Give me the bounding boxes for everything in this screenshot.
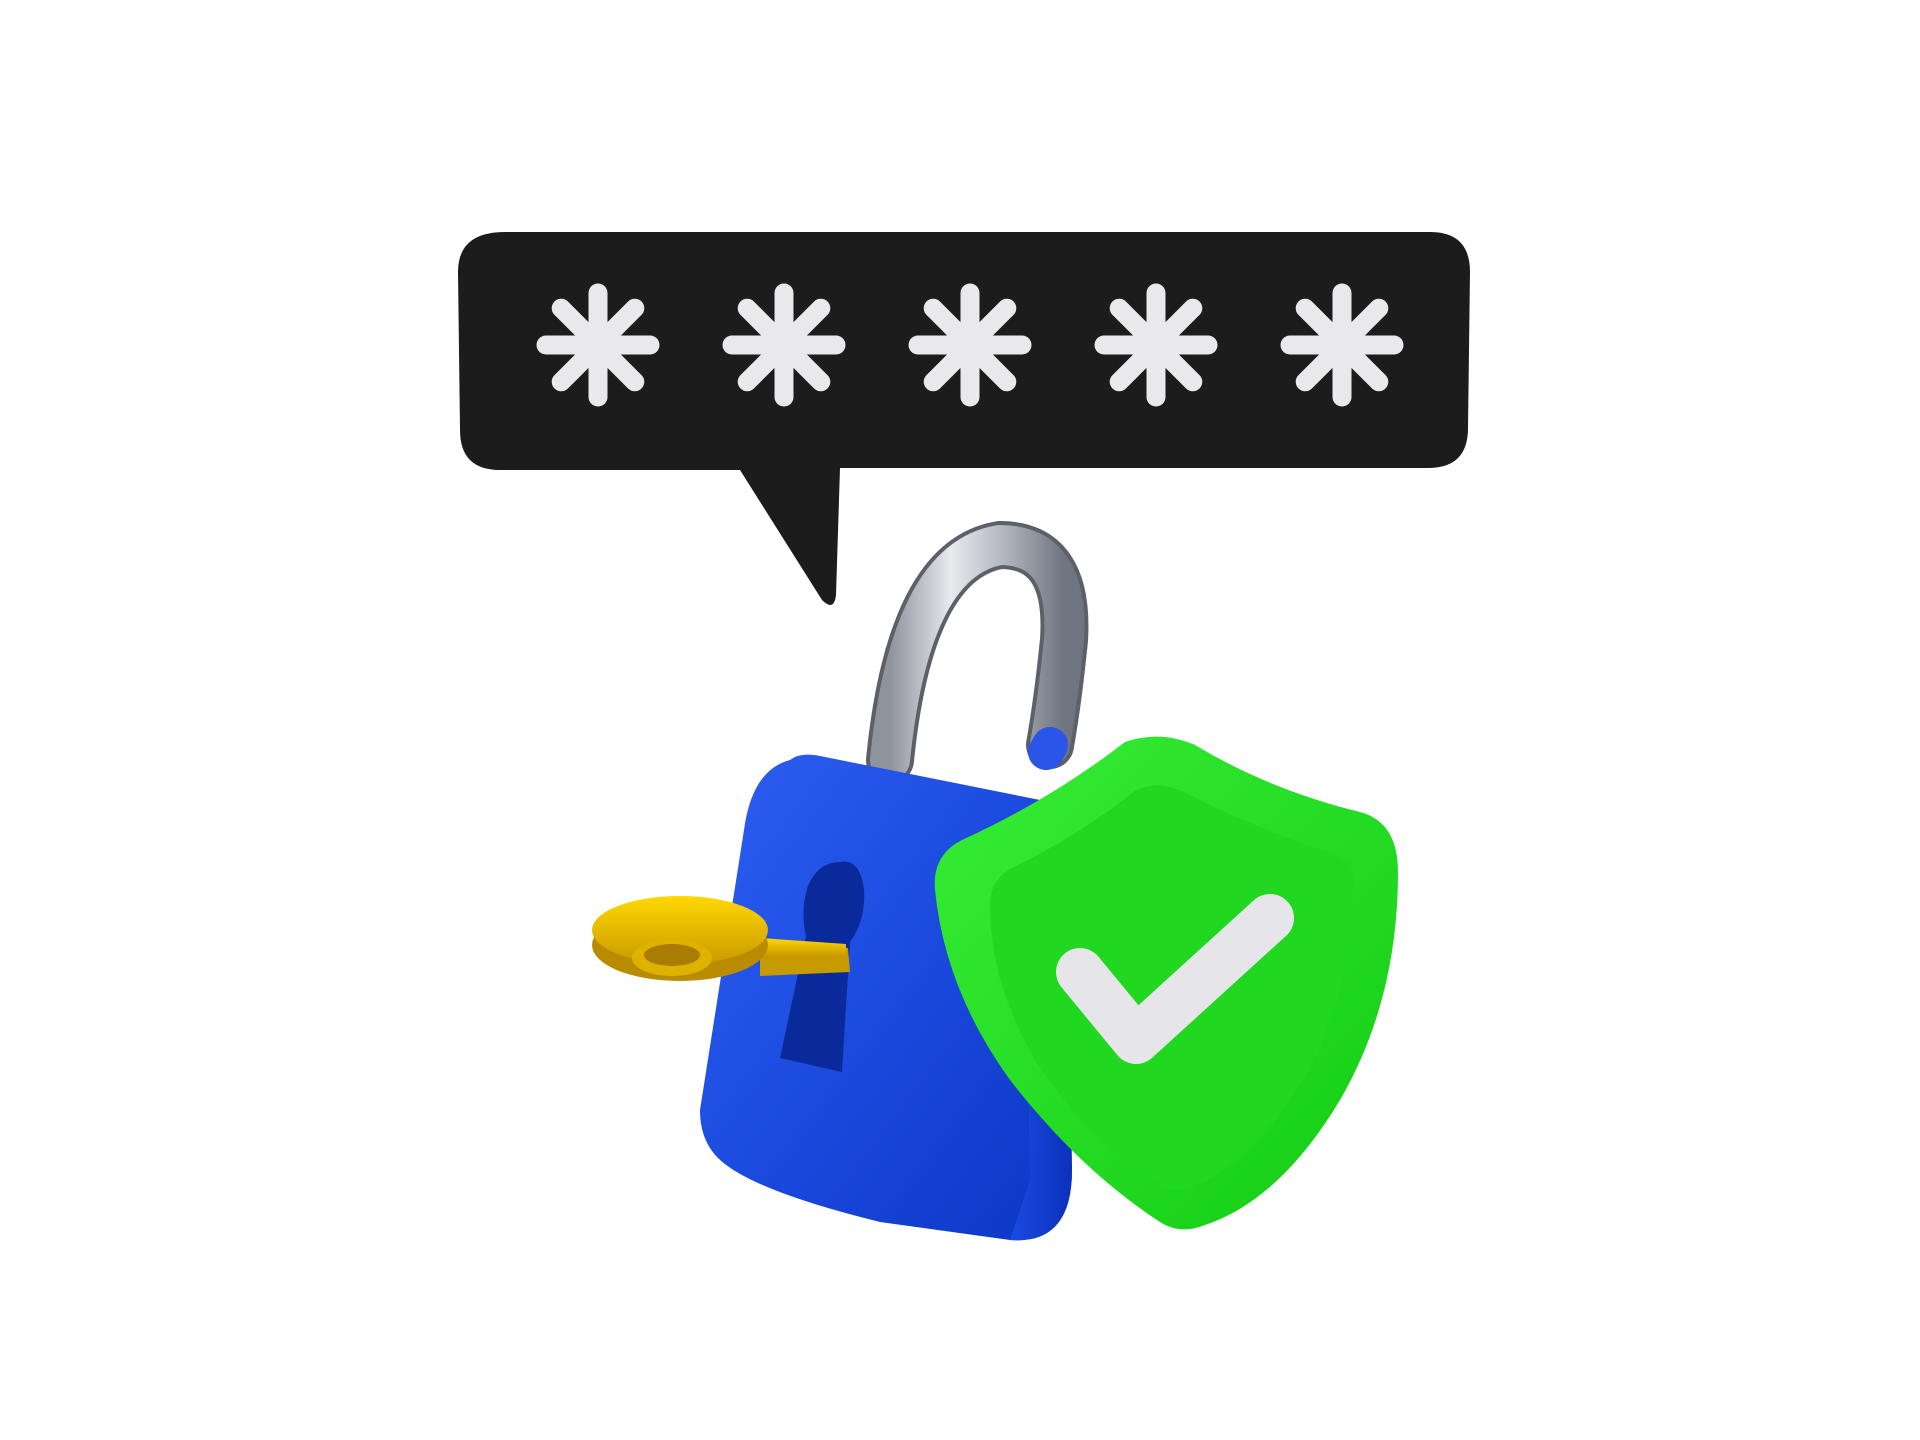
password-security-illustration (458, 232, 1470, 1241)
illustration-canvas (0, 0, 1920, 1440)
asterisk-glyph (1280, 283, 1404, 407)
asterisk-glyph (722, 283, 846, 407)
padlock-shackle (866, 520, 1089, 784)
asterisk-glyph (536, 283, 660, 407)
asterisk-glyph (908, 283, 1032, 407)
asterisk-glyph (1094, 283, 1218, 407)
